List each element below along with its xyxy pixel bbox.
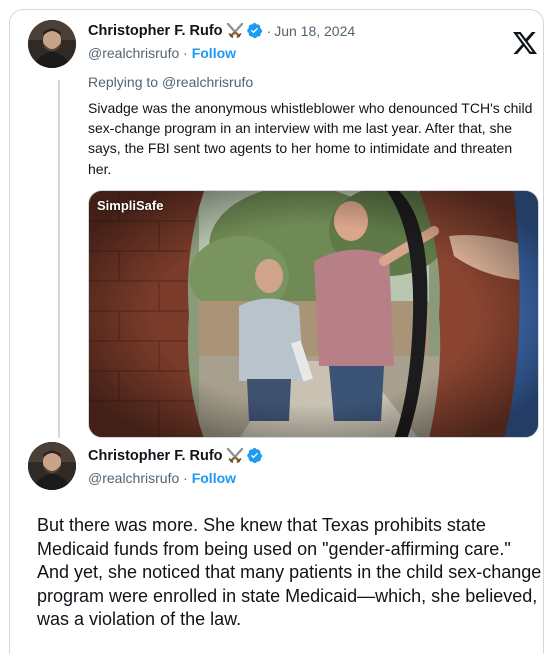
- author-name[interactable]: Christopher F. Rufo: [88, 448, 223, 464]
- author-name[interactable]: Christopher F. Rufo: [88, 23, 223, 39]
- author-row: Christopher F. Rufo · Jun 18, 2024: [88, 22, 355, 39]
- tweet-media-video[interactable]: SimpliSafe: [88, 190, 539, 438]
- avatar[interactable]: [28, 20, 76, 68]
- replying-to-handle[interactable]: @realchrisrufo: [162, 74, 253, 90]
- tweet-text: But there was more. She knew that Texas …: [37, 515, 542, 629]
- follow-button[interactable]: Follow: [192, 45, 236, 61]
- x-logo-icon[interactable]: [513, 32, 537, 54]
- tweet-date[interactable]: Jun 18, 2024: [274, 23, 355, 39]
- author-handle-row: @realchrisrufo · Follow: [88, 470, 236, 486]
- follow-button[interactable]: Follow: [192, 470, 236, 486]
- replying-to: Replying to @realchrisrufo: [88, 74, 253, 90]
- separator: ·: [183, 470, 188, 486]
- author-handle-row: @realchrisrufo · Follow: [88, 45, 236, 61]
- tweet-text: Sivadge was the anonymous whistleblower …: [88, 100, 533, 177]
- author-row: Christopher F. Rufo: [88, 447, 263, 464]
- separator: ·: [183, 45, 188, 61]
- verified-badge-icon: [246, 22, 263, 39]
- verified-badge-icon: [246, 447, 263, 464]
- crossed-swords-icon: [226, 447, 244, 464]
- camera-brand-label: SimpliSafe: [97, 198, 164, 213]
- thread-line: [58, 80, 60, 438]
- separator: ·: [266, 22, 272, 39]
- crossed-swords-icon: [226, 22, 244, 39]
- avatar[interactable]: [28, 442, 76, 490]
- author-handle[interactable]: @realchrisrufo: [88, 470, 179, 486]
- tweet-card: Christopher F. Rufo · Jun 18, 2024 @real…: [9, 9, 544, 654]
- replying-to-label: Replying to: [88, 74, 162, 90]
- author-handle[interactable]: @realchrisrufo: [88, 45, 179, 61]
